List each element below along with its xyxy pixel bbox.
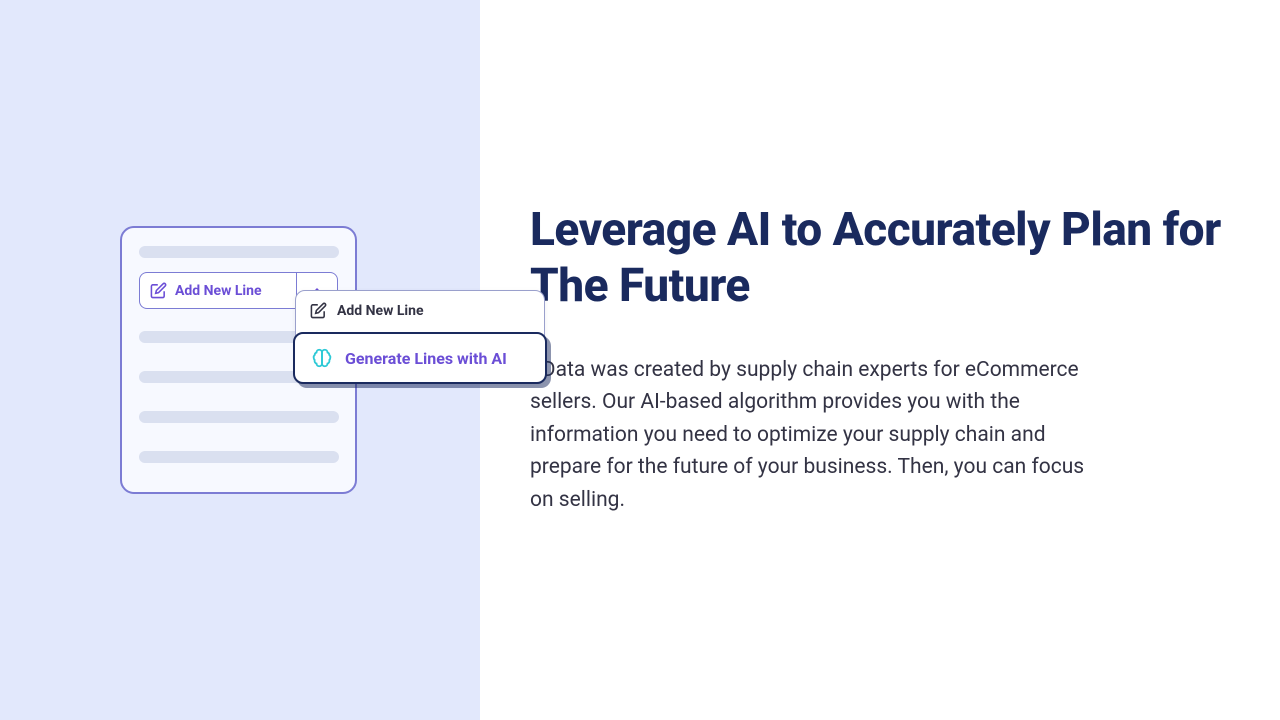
content-panel: Leverage AI to Accurately Plan for The F… bbox=[480, 0, 1280, 720]
menu-item-add-line[interactable]: Add New Line bbox=[296, 291, 544, 330]
skeleton-line bbox=[139, 451, 339, 463]
add-new-line-button[interactable]: Add New Line bbox=[139, 272, 296, 309]
menu-item-label: Generate Lines with AI bbox=[345, 349, 507, 368]
headline: Leverage AI to Accurately Plan for The F… bbox=[530, 203, 1230, 313]
skeleton-line bbox=[139, 246, 339, 258]
mock-card: Add New Line Add New Line bbox=[120, 226, 357, 494]
edit-icon bbox=[310, 302, 327, 319]
brain-icon bbox=[311, 347, 333, 369]
edit-icon bbox=[150, 282, 167, 299]
menu-item-generate-ai[interactable]: Generate Lines with AI bbox=[293, 332, 547, 384]
description: 8Data was created by supply chain expert… bbox=[530, 354, 1090, 517]
skeleton-line bbox=[139, 411, 339, 423]
add-new-line-label: Add New Line bbox=[175, 283, 262, 299]
menu-item-label: Add New Line bbox=[337, 303, 424, 319]
ui-card-container: Add New Line Add New Line bbox=[120, 226, 357, 494]
illustration-panel: Add New Line Add New Line bbox=[0, 0, 480, 720]
dropdown-menu: Add New Line Generate Lines with AI bbox=[295, 290, 545, 383]
